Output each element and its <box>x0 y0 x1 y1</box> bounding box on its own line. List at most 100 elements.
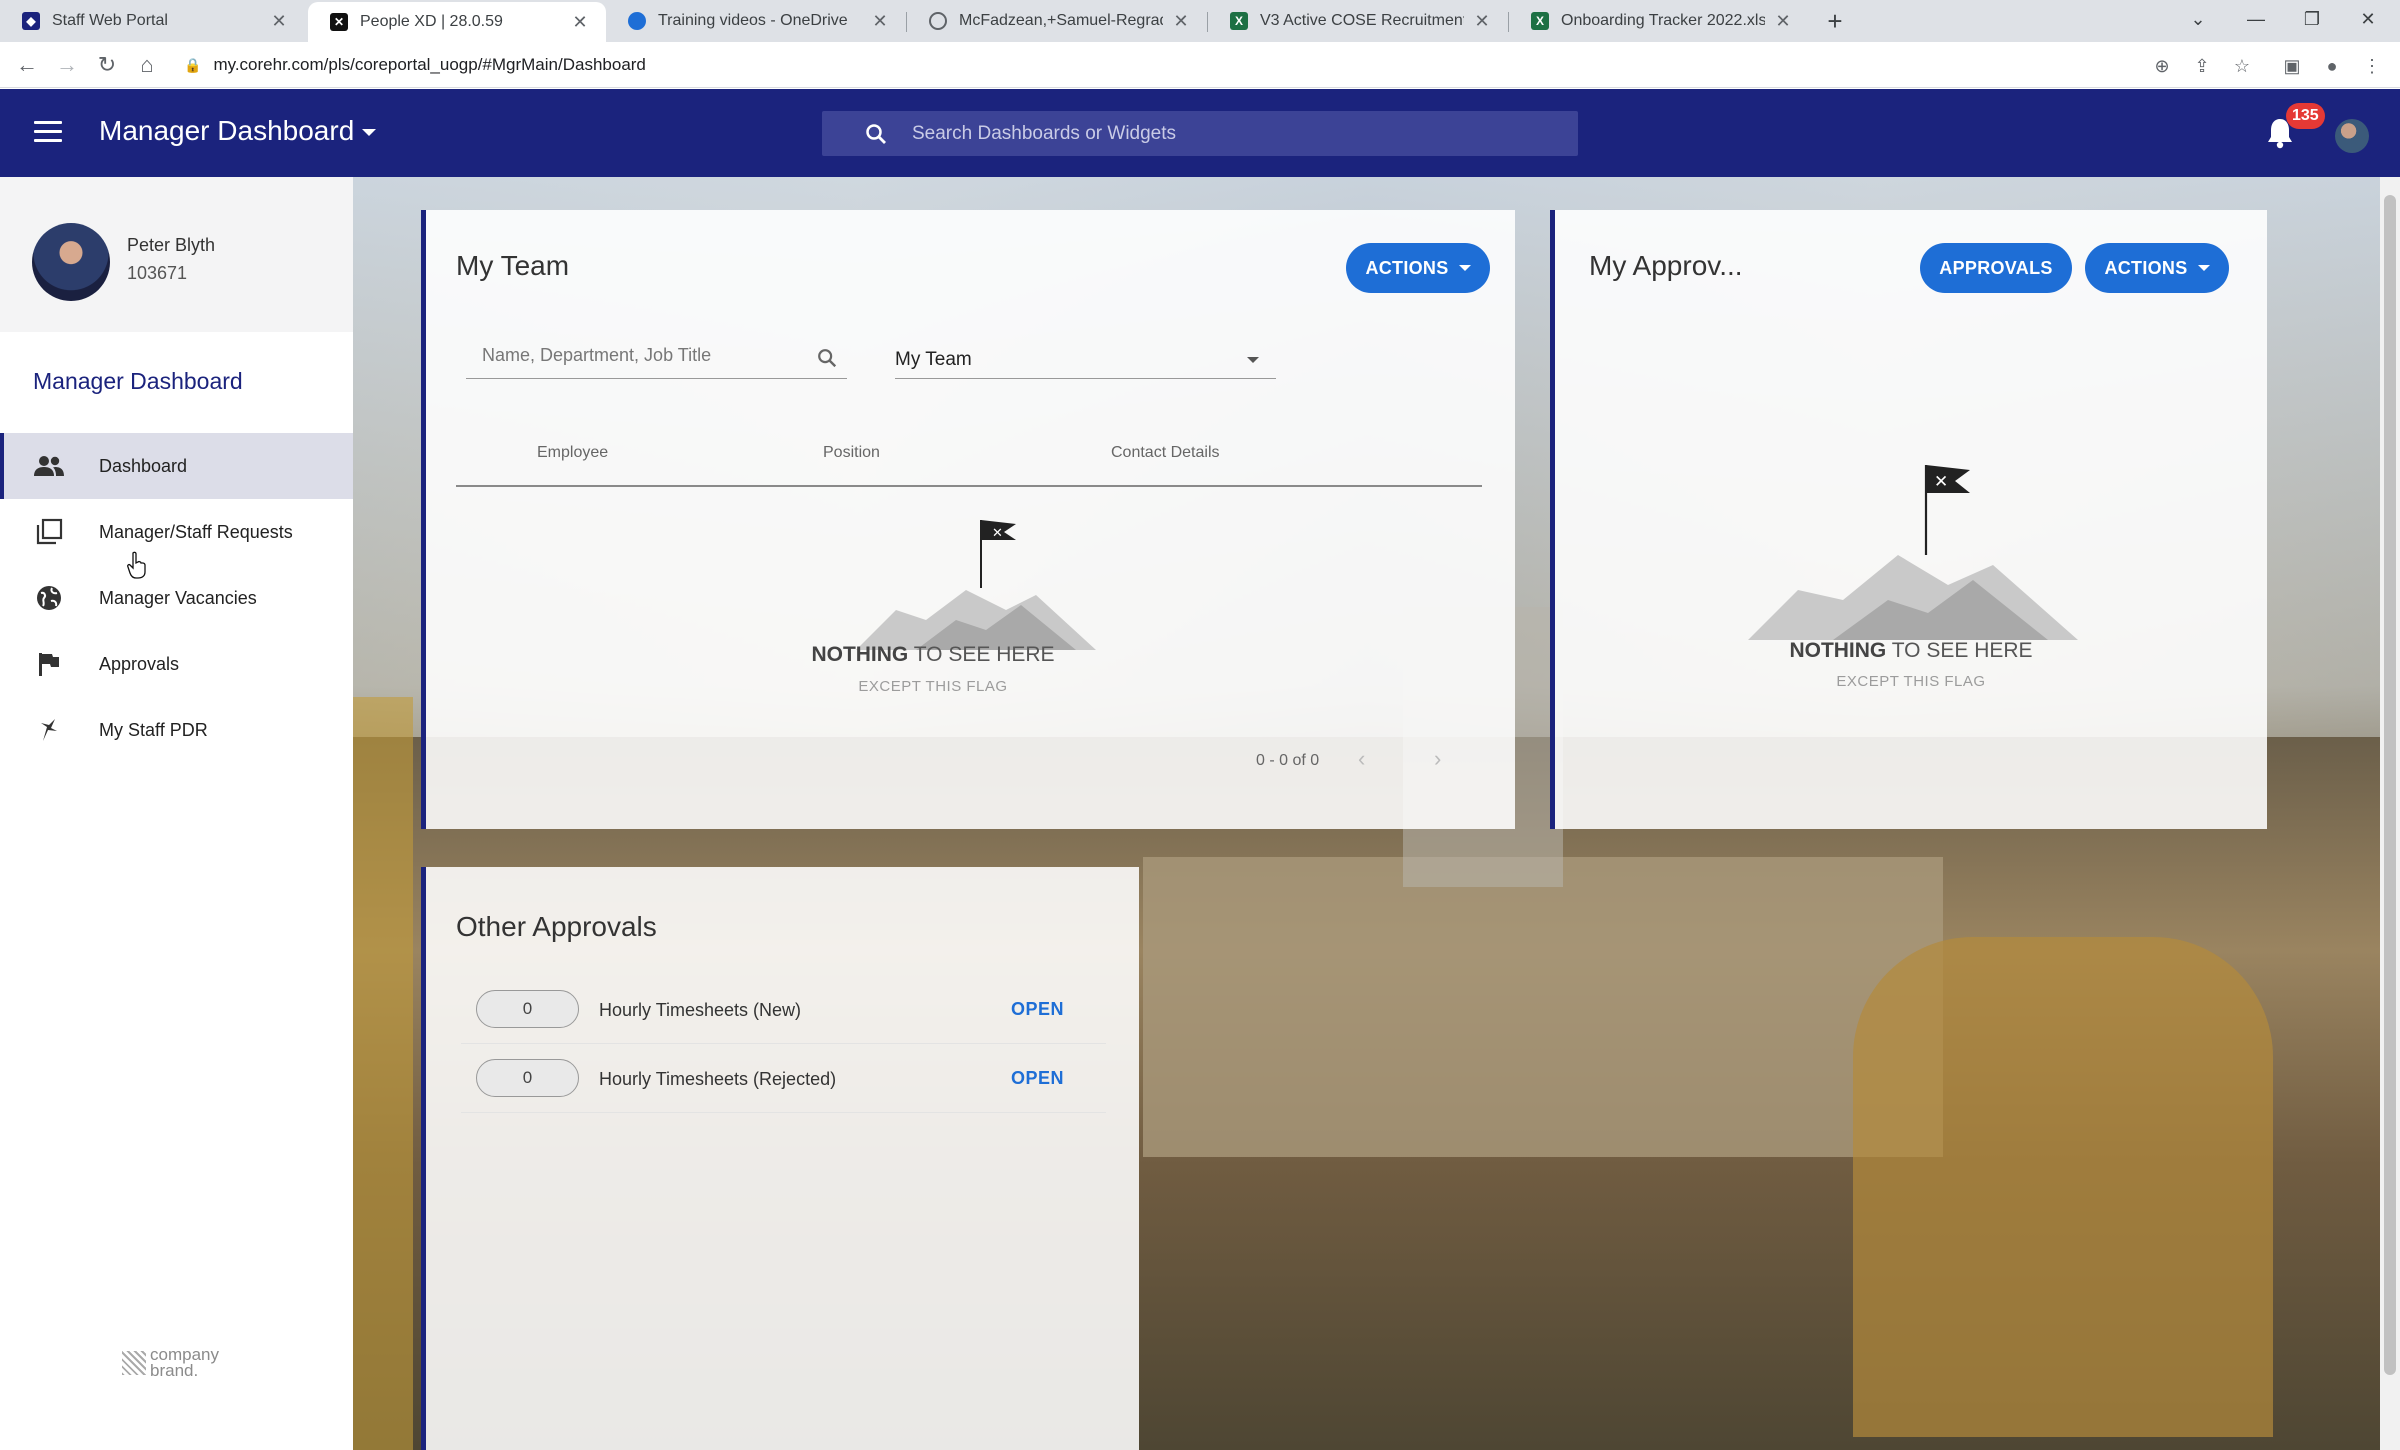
close-icon[interactable]: ✕ <box>870 11 890 32</box>
browser-tab-onedrive[interactable]: Training videos - OneDrive ✕ <box>606 0 906 42</box>
tab-label: V3 Active COSE Recruitment Trac <box>1260 12 1464 29</box>
page-title[interactable]: Manager Dashboard <box>99 115 354 147</box>
profile-icon[interactable]: ● <box>2318 52 2346 80</box>
people-icon <box>34 451 64 481</box>
pdr-icon <box>34 715 64 745</box>
button-label: APPROVALS <box>1939 257 2053 278</box>
close-icon[interactable]: ✕ <box>269 11 289 32</box>
empty-state-bold: NOTHING <box>1789 639 1887 662</box>
close-icon[interactable]: ✕ <box>1773 11 1793 32</box>
shield-icon: ◆ <box>22 12 40 30</box>
caret-down-icon <box>2197 265 2210 271</box>
home-icon[interactable]: ⌂ <box>132 50 162 80</box>
sidebar-item-my-staff-pdr[interactable]: My Staff PDR <box>0 697 353 763</box>
empty-state-subtext: EXCEPT THIS FLAG <box>1836 673 1986 690</box>
sidebar: Peter Blyth 103671 Manager Dashboard Das… <box>0 177 353 1450</box>
sidebar-item-label: Manager Vacancies <box>99 587 257 608</box>
timesheet-label: Hourly Timesheets (New) <box>599 1000 802 1020</box>
url-text: my.corehr.com/pls/coreportal_uogp/#MgrMa… <box>213 55 646 74</box>
sidebar-item-manager-vacancies[interactable]: Manager Vacancies <box>0 565 353 631</box>
x-logo-icon: ✕ <box>330 13 348 31</box>
timesheet-count: 0 <box>476 1059 579 1097</box>
back-icon[interactable]: ← <box>12 50 42 80</box>
reload-icon[interactable]: ↻ <box>92 50 122 80</box>
minimize-icon[interactable]: — <box>2236 4 2276 34</box>
sidebar-item-dashboard[interactable]: Dashboard <box>0 433 353 499</box>
open-new-timesheets-link[interactable]: OPEN <box>1011 999 1064 1020</box>
close-icon[interactable]: ✕ <box>570 12 590 33</box>
dashboard-canvas: My Team ACTIONS Name, Department, Job Ti… <box>353 177 2380 1450</box>
header-avatar[interactable] <box>2335 119 2369 153</box>
restore-icon[interactable]: ❐ <box>2292 4 2332 34</box>
browser-tab-cose-recruitment[interactable]: X V3 Active COSE Recruitment Trac ✕ <box>1208 0 1508 42</box>
brand-line-2: brand. <box>150 1361 199 1380</box>
browser-tab-onboarding-tracker[interactable]: X Onboarding Tracker 2022.xlsx ✕ <box>1509 0 1809 42</box>
empty-state-rest: TO SEE HERE <box>908 643 1055 666</box>
bookmark-star-icon[interactable]: ☆ <box>2228 52 2256 80</box>
title-dropdown-caret-icon[interactable] <box>362 129 376 136</box>
approvals-button[interactable]: APPROVALS <box>1920 243 2072 293</box>
my-team-card: My Team ACTIONS Name, Department, Job Ti… <box>421 210 1515 829</box>
sidebar-item-label: Approvals <box>99 653 180 674</box>
tab-label: Onboarding Tracker 2022.xlsx <box>1561 12 1765 29</box>
new-tab-button[interactable]: + <box>1820 6 1850 36</box>
dashboard-search-box[interactable] <box>822 111 1578 156</box>
flag-icon <box>34 649 64 679</box>
close-icon[interactable]: ✕ <box>1472 11 1492 32</box>
zoom-icon[interactable]: ⊕ <box>2148 52 2176 80</box>
globe-icon <box>929 12 947 30</box>
avatar[interactable] <box>32 223 110 301</box>
browser-tab-people-xd[interactable]: ✕ People XD | 28.0.59 ✕ <box>308 2 606 42</box>
company-brand-logo: company brand. <box>122 1346 219 1380</box>
hamburger-menu-icon[interactable] <box>34 121 62 143</box>
scrollbar-thumb[interactable] <box>2384 195 2396 1375</box>
excel-icon: X <box>1531 12 1549 30</box>
next-page-icon[interactable]: › <box>1434 746 1441 772</box>
card-title: My Approv... <box>1589 250 1743 281</box>
share-icon[interactable]: ⇪ <box>2188 52 2216 80</box>
lock-icon: 🔒 <box>184 56 202 73</box>
requests-icon <box>34 517 64 547</box>
app-header: Manager Dashboard 135 <box>0 89 2400 177</box>
close-icon[interactable]: ✕ <box>1171 11 1191 32</box>
column-header-position[interactable]: Position <box>823 444 880 462</box>
column-header-employee[interactable]: Employee <box>537 444 608 462</box>
browser-tab-regrading[interactable]: McFadzean,+Samuel-Regrading- ✕ <box>907 0 1207 42</box>
card-title: My Team <box>456 250 570 281</box>
open-rejected-timesheets-link[interactable]: OPEN <box>1011 1068 1064 1089</box>
pagination-range: 0 - 0 of 0 <box>1256 752 1320 769</box>
empty-state-bold: NOTHING <box>811 643 909 666</box>
page-scrollbar[interactable] <box>2380 177 2400 1450</box>
team-filter-value: My Team <box>895 349 972 370</box>
list-item: 0 Hourly Timesheets (New) OPEN <box>461 976 1106 1044</box>
sidepanel-icon[interactable]: ▣ <box>2278 52 2306 80</box>
my-team-actions-button[interactable]: ACTIONS <box>1346 243 1490 293</box>
globe-icon <box>34 583 64 613</box>
card-title: Other Approvals <box>456 911 657 942</box>
team-filter-select[interactable]: My Team <box>895 335 1276 379</box>
sidebar-heading: Manager Dashboard <box>33 368 243 394</box>
team-search-field[interactable]: Name, Department, Job Title <box>466 335 847 379</box>
tab-label: People XD | 28.0.59 <box>360 13 503 30</box>
empty-state-message: NOTHING TO SEE HERE <box>783 643 1083 667</box>
column-header-contact-details[interactable]: Contact Details <box>1111 444 1220 462</box>
my-approvals-actions-button[interactable]: ACTIONS <box>2085 243 2229 293</box>
sidebar-item-manager-staff-requests[interactable]: Manager/Staff Requests <box>0 499 353 565</box>
cloud-icon <box>628 12 646 30</box>
search-icon[interactable] <box>816 347 838 369</box>
svg-text:✕: ✕ <box>992 526 1003 541</box>
tab-label: Staff Web Portal <box>52 12 168 29</box>
window-close-icon[interactable]: ✕ <box>2348 4 2388 34</box>
url-field[interactable]: 🔒 my.corehr.com/pls/coreportal_uogp/#Mgr… <box>172 48 2132 82</box>
timesheet-count: 0 <box>476 990 579 1028</box>
browser-tab-staff-web-portal[interactable]: ◆ Staff Web Portal ✕ <box>0 0 305 42</box>
excel-icon: X <box>1230 12 1248 30</box>
more-menu-icon[interactable]: ⋮ <box>2358 52 2386 80</box>
previous-page-icon[interactable]: ‹ <box>1358 746 1365 772</box>
forward-icon[interactable]: → <box>52 50 82 80</box>
sidebar-item-approvals[interactable]: Approvals <box>0 631 353 697</box>
dashboard-search-input[interactable] <box>912 122 1552 145</box>
autumn-trees <box>1853 937 2273 1437</box>
tab-search-icon[interactable]: ⌄ <box>2178 4 2218 34</box>
empty-state-flag-illustration: ✕ <box>856 520 1096 650</box>
